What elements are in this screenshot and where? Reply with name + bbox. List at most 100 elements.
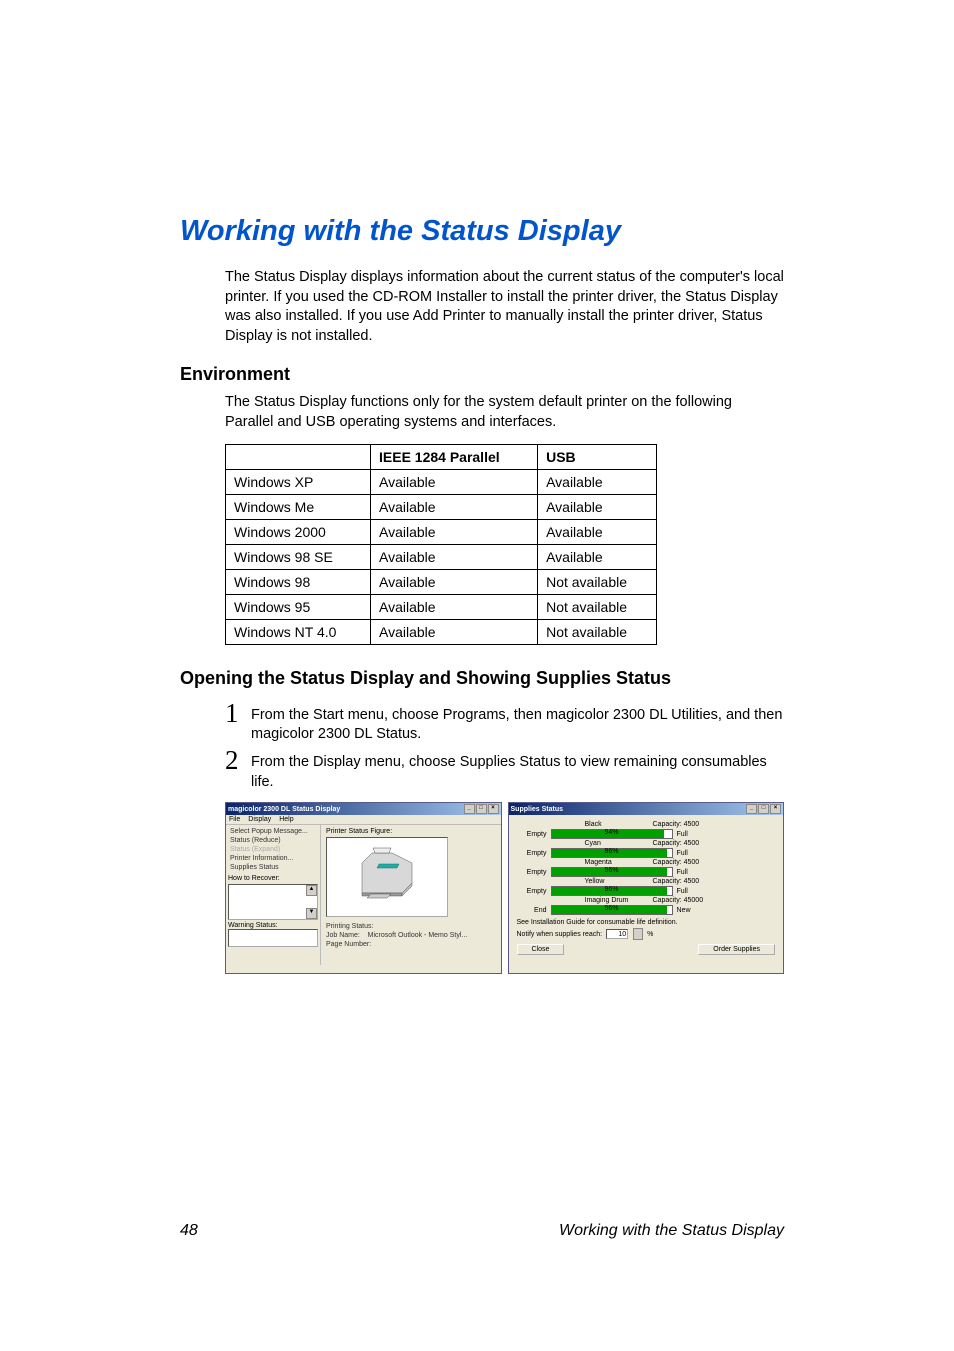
window-title: magicolor 2300 DL Status Display (228, 806, 340, 813)
page-heading: Working with the Status Display (180, 215, 784, 248)
menu-file[interactable]: File (229, 816, 240, 823)
table-row: Windows MeAvailableAvailable (226, 495, 657, 520)
window-title: Supplies Status (511, 806, 564, 813)
supply-percent: 96% (552, 867, 672, 874)
supply-percent: 96% (552, 886, 672, 893)
page-number-label: Page Number: (326, 941, 371, 948)
supply-bar-row: Empty 96% Full (517, 848, 776, 858)
page-footer: 48 Working with the Status Display (180, 1222, 784, 1240)
display-menu-item[interactable]: Status (Reduce) (228, 836, 318, 845)
minimize-button[interactable]: _ (464, 804, 475, 814)
table-row: Windows 98AvailableNot available (226, 570, 657, 595)
table-cell: Windows 98 (226, 570, 371, 595)
figure-label: Printer Status Figure: (326, 828, 496, 835)
spinner-arrows-icon[interactable] (633, 928, 643, 940)
scroll-up-button[interactable]: ▲ (306, 885, 317, 896)
table-row: Windows 95AvailableNot available (226, 595, 657, 620)
table-row: Windows XPAvailableAvailable (226, 470, 657, 495)
maximize-button[interactable]: □ (758, 804, 769, 814)
supply-bar: 96% (551, 867, 673, 877)
supply-header: CyanCapacity: 4500 (517, 840, 776, 847)
supply-bar-row: Empty 96% Full (517, 886, 776, 896)
status-display-window: magicolor 2300 DL Status Display _ □ × F… (225, 802, 502, 974)
supply-percent: 94% (552, 829, 672, 836)
step-number: 2 (225, 747, 251, 774)
step-text: From the Display menu, choose Supplies S… (251, 747, 784, 792)
supply-left-label: Empty (517, 831, 547, 838)
supply-bar: 96% (551, 886, 673, 896)
table-row: Windows NT 4.0AvailableNot available (226, 620, 657, 645)
menu-help[interactable]: Help (279, 816, 293, 823)
scroll-down-button[interactable]: ▼ (306, 908, 317, 919)
table-cell: Available (371, 495, 538, 520)
titlebar: magicolor 2300 DL Status Display _ □ × (226, 803, 501, 815)
environment-heading: Environment (180, 364, 784, 385)
job-name-value: Microsoft Outlook - Memo Styl... (368, 932, 468, 939)
minimize-button[interactable]: _ (746, 804, 757, 814)
table-cell: Available (371, 545, 538, 570)
environment-note: The Status Display functions only for th… (225, 393, 784, 432)
supply-right-label: Full (677, 888, 701, 895)
maximize-button[interactable]: □ (476, 804, 487, 814)
supply-right-label: Full (677, 869, 701, 876)
supply-right-label: New (677, 907, 701, 914)
printing-status-label: Printing Status: (326, 923, 373, 930)
step: 2From the Display menu, choose Supplies … (225, 747, 784, 792)
table-row: Windows 98 SEAvailableAvailable (226, 545, 657, 570)
table-cell: Windows 98 SE (226, 545, 371, 570)
supply-header: Yellow Capacity: 4500 (517, 878, 776, 885)
order-supplies-button[interactable]: Order Supplies (698, 944, 775, 955)
supply-name: Imaging Drum (585, 897, 645, 904)
supply-bar-row: Empty 94% Full (517, 829, 776, 839)
supply-header: Magenta Capacity: 4500 (517, 859, 776, 866)
titlebar: Supplies Status _ □ × (509, 803, 784, 815)
display-menu-item[interactable]: Printer Information... (228, 854, 318, 863)
display-menu-item: Status (Expand) (228, 845, 318, 854)
notify-value: 10 (618, 931, 626, 938)
col-usb: USB (538, 445, 657, 470)
table-cell: Available (371, 620, 538, 645)
close-button[interactable]: × (488, 804, 499, 814)
printer-icon (327, 838, 447, 916)
page-number: 48 (180, 1222, 198, 1240)
supply-name: Cyan (585, 840, 645, 847)
display-menu-item[interactable]: Supplies Status (228, 863, 318, 872)
table-cell: Windows Me (226, 495, 371, 520)
supply-name: Magenta (585, 859, 645, 866)
supplies-status-window: Supplies Status _ □ × BlackCapacity: 450… (508, 802, 785, 974)
supply-left-label: Empty (517, 888, 547, 895)
recover-box: ▲ ▼ (228, 884, 318, 920)
menubar: File Display Help (226, 815, 501, 825)
close-supplies-button[interactable]: Close (517, 944, 565, 955)
table-header-row: IEEE 1284 Parallel USB (226, 445, 657, 470)
table-cell: Windows 95 (226, 595, 371, 620)
table-cell: Available (538, 470, 657, 495)
display-menu-item[interactable]: Select Popup Message... (228, 827, 318, 836)
table-cell: Windows XP (226, 470, 371, 495)
table-cell: Windows NT 4.0 (226, 620, 371, 645)
supply-percent: 96% (552, 848, 672, 855)
close-button[interactable]: × (770, 804, 781, 814)
notify-spinner[interactable]: 10 (606, 929, 628, 939)
supply-right-label: Full (677, 850, 701, 857)
supply-capacity: Capacity: 45000 (653, 897, 704, 904)
supply-name: Yellow (585, 878, 645, 885)
supply-left-label: Empty (517, 850, 547, 857)
step-text: From the Start menu, choose Programs, th… (251, 700, 784, 745)
supply-header: Imaging Drum Capacity: 45000 (517, 897, 776, 904)
col-parallel: IEEE 1284 Parallel (371, 445, 538, 470)
printer-figure (326, 837, 448, 917)
notify-unit: % (647, 931, 653, 938)
table-cell: Available (371, 470, 538, 495)
table-cell: Not available (538, 595, 657, 620)
table-cell: Available (371, 520, 538, 545)
supply-right-label: Full (677, 831, 701, 838)
menu-display[interactable]: Display (248, 816, 271, 823)
supplies-note: See Installation Guide for consumable li… (517, 919, 776, 926)
supply-left-label: End (517, 907, 547, 914)
step: 1From the Start menu, choose Programs, t… (225, 700, 784, 745)
opening-heading: Opening the Status Display and Showing S… (180, 667, 784, 690)
supply-capacity: Capacity: 4500 (653, 859, 700, 866)
supply-capacity: Capacity: 4500 (653, 878, 700, 885)
job-name-label: Job Name: (326, 932, 360, 939)
